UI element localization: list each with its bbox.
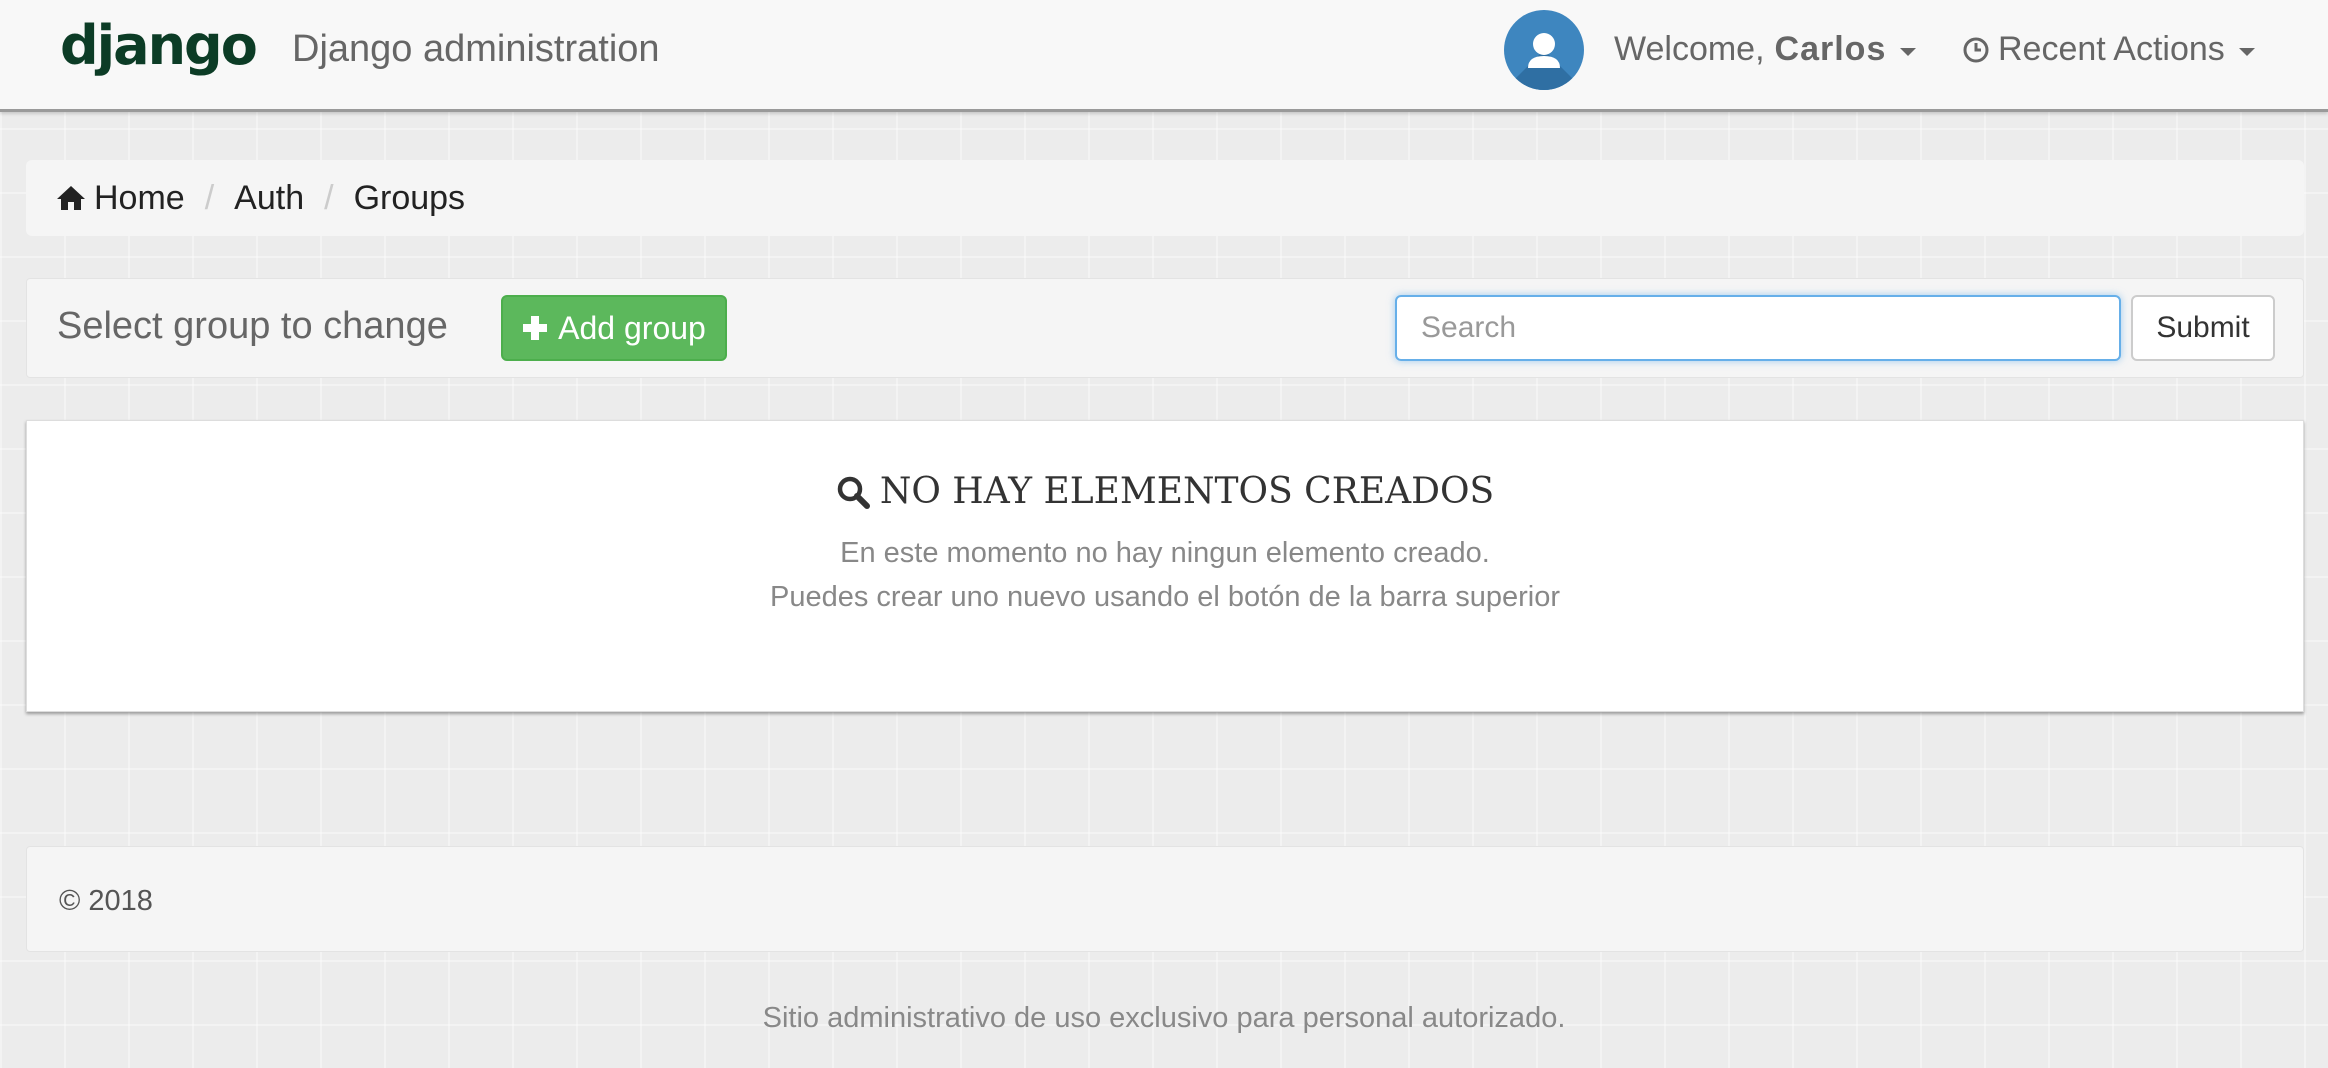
footer: © 2018 [26,846,2304,952]
welcome-label: Welcome, [1614,30,1765,68]
top-navbar: django Django administration Welcome, Ca… [0,0,2328,112]
empty-title: NO HAY ELEMENTOS CREADOS [27,471,2303,512]
home-icon [57,186,85,210]
chevron-down-icon [2238,47,2255,56]
add-group-button[interactable]: Add group [501,295,727,361]
django-logo[interactable]: django [60,14,258,77]
breadcrumb-separator: / [204,178,215,217]
search-icon [837,476,870,509]
username: Carlos [1774,30,1887,68]
plus-icon [523,316,548,340]
user-avatar-icon[interactable] [1504,10,1584,90]
recent-actions-label: Recent Actions [1998,30,2225,68]
empty-message-line1: En este momento no hay ningun elemento c… [840,537,1490,569]
submit-button[interactable]: Submit [2131,295,2275,361]
user-menu-toggle[interactable]: Welcome, Carlos [1614,30,1917,69]
changelist-toolbar: Select group to change Add group Submit [26,278,2304,378]
disclaimer: Sitio administrativo de uso exclusivo pa… [762,1002,1566,1034]
breadcrumb-separator: / [324,178,334,217]
empty-message-line2: Puedes crear uno nuevo usando el botón d… [770,581,1560,613]
clock-icon [1963,37,1989,62]
copyright: © 2018 [59,885,153,917]
breadcrumb-auth[interactable]: Auth [234,179,304,218]
page-title: Select group to change [57,305,448,347]
recent-actions-toggle[interactable]: Recent Actions [1962,30,2255,69]
site-title[interactable]: Django administration [292,28,660,71]
empty-results-panel: NO HAY ELEMENTOS CREADOS En este momento… [26,420,2304,712]
chevron-down-icon [1900,47,1917,56]
breadcrumb: Home / Auth / Groups [26,160,2304,236]
breadcrumb-groups: Groups [353,178,466,217]
search-input[interactable] [1395,295,2121,361]
breadcrumb-home[interactable]: Home [56,179,185,218]
